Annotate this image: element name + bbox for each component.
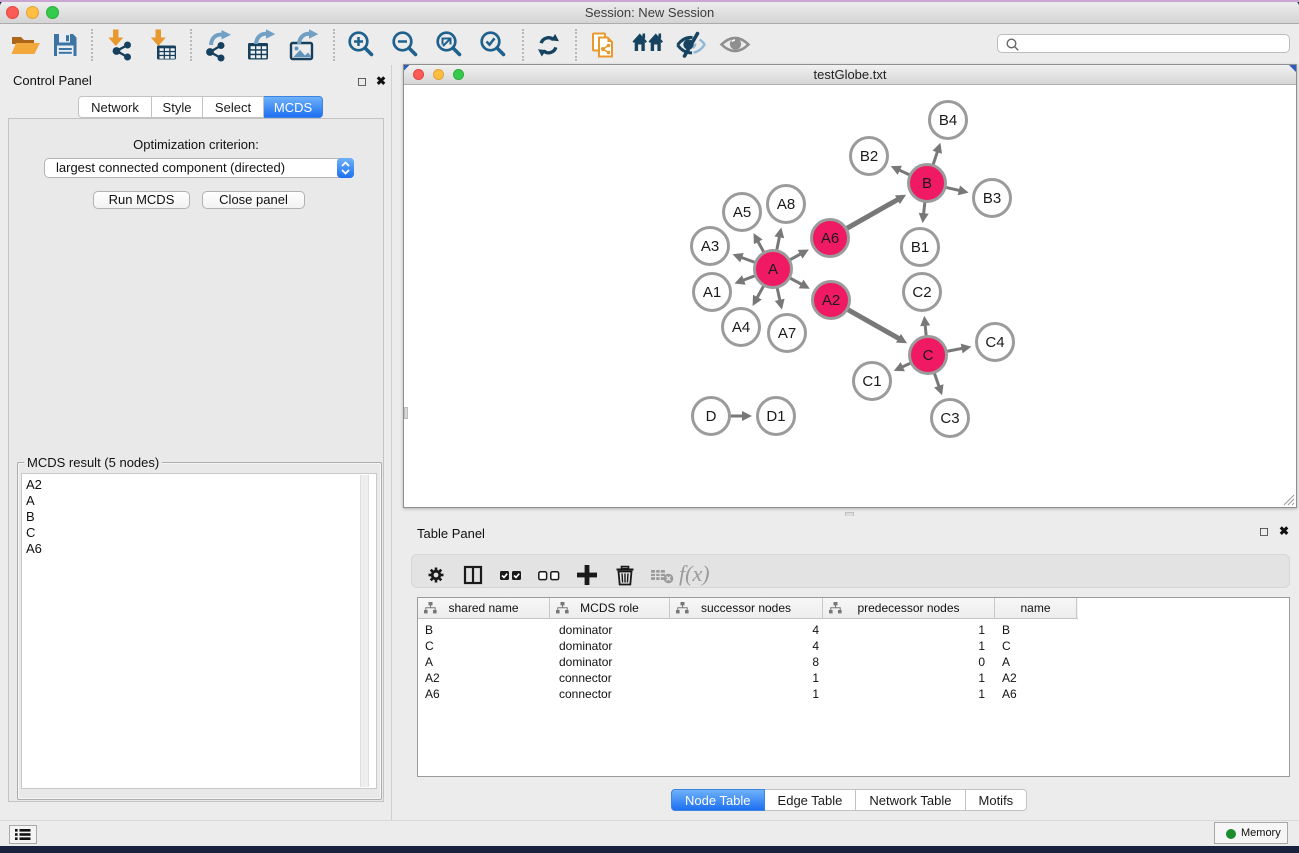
svg-text:C: C: [923, 347, 934, 364]
svg-text:D: D: [706, 408, 717, 425]
svg-text:A8: A8: [777, 196, 795, 213]
svg-text:B: B: [922, 175, 932, 192]
svg-text:A4: A4: [732, 319, 750, 336]
svg-text:A7: A7: [778, 325, 796, 342]
svg-text:B4: B4: [939, 112, 957, 129]
svg-text:C1: C1: [862, 373, 881, 390]
svg-text:C4: C4: [985, 334, 1004, 351]
svg-text:A2: A2: [822, 292, 840, 309]
svg-text:B1: B1: [911, 239, 929, 256]
svg-text:B3: B3: [983, 190, 1001, 207]
svg-text:A: A: [768, 261, 778, 278]
svg-text:A5: A5: [733, 204, 751, 221]
svg-text:A6: A6: [821, 230, 839, 247]
svg-text:D1: D1: [766, 408, 785, 425]
svg-text:C2: C2: [912, 284, 931, 301]
svg-text:B2: B2: [860, 148, 878, 165]
svg-text:A3: A3: [701, 238, 719, 255]
svg-text:C3: C3: [940, 410, 959, 427]
svg-text:A1: A1: [703, 284, 721, 301]
